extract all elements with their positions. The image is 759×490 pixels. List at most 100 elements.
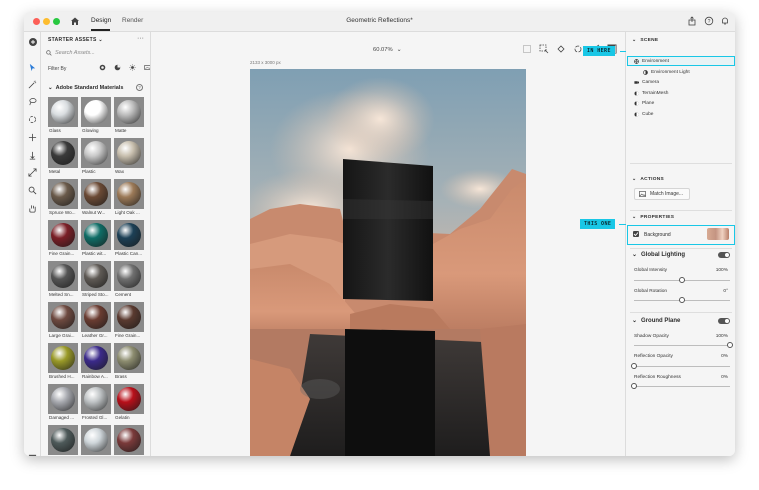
material-tile[interactable]: Plastic wit...	[81, 220, 111, 258]
filter-materials-icon[interactable]	[114, 64, 121, 71]
ground-plane-header[interactable]: ⌄ Ground Plane	[632, 317, 680, 325]
material-sphere	[84, 100, 108, 124]
help-icon[interactable]: ?	[704, 16, 714, 26]
hand-icon[interactable]	[27, 203, 38, 214]
lasso-icon[interactable]	[27, 96, 38, 107]
material-tile[interactable]: Ice	[81, 425, 111, 456]
material-tile[interactable]: Leather Gr...	[81, 302, 111, 340]
reflection-roughness-track[interactable]	[634, 386, 730, 387]
select-tool-icon[interactable]	[27, 62, 38, 73]
global-rotation-slider[interactable]	[679, 297, 685, 303]
ground-plane-toggle[interactable]	[718, 318, 730, 324]
scale-icon[interactable]	[27, 167, 38, 178]
vertical-move-icon[interactable]	[27, 150, 38, 161]
camera-bookmark-icon[interactable]	[539, 44, 549, 54]
background-thumbnail[interactable]	[707, 228, 729, 240]
scene-item-terrainmesh[interactable]: TerrainMesh	[634, 91, 668, 96]
material-tile[interactable]: Wax	[114, 138, 144, 176]
global-lighting-toggle[interactable]	[718, 252, 730, 258]
shadow-opacity-slider[interactable]	[727, 342, 733, 348]
tools-toolbar	[24, 32, 41, 456]
scene-header-label: SCENE	[640, 38, 659, 43]
title-bar: Design Render Geometric Reflections* ?	[24, 12, 735, 32]
more-options-icon[interactable]: ···	[137, 35, 144, 42]
material-tile[interactable]: Large Grai...	[48, 302, 78, 340]
material-name: Large Grai...	[49, 333, 75, 338]
frame-icon[interactable]	[522, 44, 532, 54]
scene-header[interactable]: ⌄ SCENE	[632, 38, 658, 43]
notifications-icon[interactable]	[720, 16, 730, 26]
zoom-level: 60.07%	[373, 47, 393, 53]
material-tile[interactable]: Glass	[48, 97, 78, 135]
sync-icon[interactable]	[573, 44, 583, 54]
material-tile[interactable]: Matte	[114, 97, 144, 135]
reflection-opacity-slider[interactable]	[631, 363, 637, 369]
filter-lights-icon[interactable]	[129, 64, 136, 71]
share-icon[interactable]	[687, 16, 697, 26]
scene-item-camera[interactable]: Camera	[634, 80, 659, 85]
material-tile[interactable]: Damaged ...	[48, 384, 78, 422]
filter-images-icon[interactable]	[144, 64, 151, 71]
material-tile[interactable]: Gelatin	[114, 384, 144, 422]
filter-models-icon[interactable]	[99, 64, 106, 71]
reflection-opacity-label: Reflection Opacity	[634, 354, 673, 359]
material-thumbnail	[114, 220, 144, 250]
background-label: Background	[644, 232, 671, 238]
scene-item-environment-light[interactable]: Environment Light	[643, 70, 690, 75]
material-tile[interactable]: Melted Sn...	[48, 261, 78, 299]
scene-item-plane[interactable]: Plane	[634, 101, 654, 106]
reflection-roughness-slider[interactable]	[631, 383, 637, 389]
zoom-icon[interactable]	[27, 185, 38, 196]
material-tile[interactable]: Brass	[114, 343, 144, 381]
orbit-icon[interactable]	[27, 114, 38, 125]
material-sphere	[117, 100, 141, 124]
material-tile[interactable]: Fine Grain...	[48, 220, 78, 258]
divider	[630, 312, 732, 313]
material-tile[interactable]: Plastic	[81, 138, 111, 176]
material-tile[interactable]: Rainbow A...	[81, 343, 111, 381]
material-tile[interactable]: Vintage Gl...	[114, 425, 144, 456]
reflection-opacity-track[interactable]	[634, 366, 730, 367]
search-assets[interactable]: Search Assets...	[46, 48, 146, 58]
shadow-opacity-track[interactable]	[634, 345, 730, 346]
material-tile[interactable]: Cement	[114, 261, 144, 299]
actions-header[interactable]: ⌄ ACTIONS	[632, 177, 664, 182]
material-tile[interactable]: Glowing	[81, 97, 111, 135]
material-tile[interactable]: Glitter	[48, 425, 78, 456]
properties-header[interactable]: ⌄ PROPERTIES	[632, 215, 674, 220]
match-image-button[interactable]: Match Image...	[634, 188, 690, 200]
material-tile[interactable]: Fine Grain...	[114, 302, 144, 340]
global-lighting-header[interactable]: ⌄ Global Lighting	[632, 251, 685, 259]
material-tile[interactable]: Light Oak ...	[114, 179, 144, 217]
material-tile[interactable]: Plastic Can...	[114, 220, 144, 258]
background-checkbox[interactable]	[633, 231, 639, 237]
material-tile[interactable]: Brushed H...	[48, 343, 78, 381]
material-thumbnail	[114, 97, 144, 127]
search-input[interactable]: Search Assets...	[55, 50, 95, 56]
material-tile[interactable]: Metal	[48, 138, 78, 176]
help-circle-icon[interactable]: ?	[136, 84, 143, 91]
magic-wand-icon[interactable]	[27, 79, 38, 90]
material-tile[interactable]: Spruce Wo...	[48, 179, 78, 217]
chevron-down-icon: ⌄	[48, 85, 53, 91]
material-sphere	[117, 182, 141, 206]
zoom-control[interactable]: 60.07% ⌄	[373, 47, 402, 53]
material-tile[interactable]: Frosted Gl...	[81, 384, 111, 422]
material-thumbnail	[81, 425, 111, 455]
scene-item-cube[interactable]: Cube	[634, 112, 653, 117]
material-tile[interactable]: Walnut W...	[81, 179, 111, 217]
materials-section-title[interactable]: ⌄ Adobe Standard Materials	[48, 85, 123, 91]
undo-camera-icon[interactable]	[556, 44, 566, 54]
add-icon[interactable]	[27, 36, 38, 47]
divider	[630, 163, 732, 164]
scene-item-environment[interactable]: Environment	[634, 59, 669, 64]
move-icon[interactable]	[27, 132, 38, 143]
render-canvas[interactable]	[250, 69, 526, 456]
assets-header[interactable]: STARTER ASSETS ⌄	[48, 37, 103, 43]
callout-this-one: THIS ONE	[580, 219, 616, 229]
library-icon[interactable]	[27, 452, 38, 456]
material-thumbnail	[81, 138, 111, 168]
artboard-dimensions: 2133 x 3000 px	[250, 60, 281, 65]
material-tile[interactable]: Striped Sto...	[81, 261, 111, 299]
global-intensity-slider[interactable]	[679, 277, 685, 283]
